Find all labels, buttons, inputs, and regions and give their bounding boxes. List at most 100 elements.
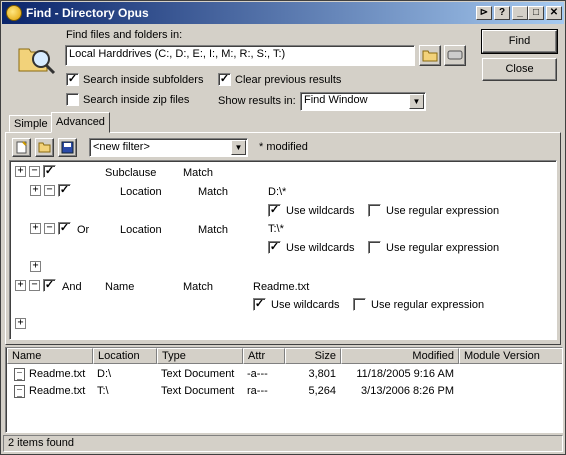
cell-name: Readme.txt <box>29 385 86 397</box>
clause-value[interactable]: D:\* <box>268 186 286 198</box>
browse-folder-button[interactable] <box>419 45 441 66</box>
close-button[interactable]: Close <box>482 58 557 81</box>
inside-zip-label: Search inside zip files <box>83 94 190 106</box>
clause-mode: Match <box>198 224 228 236</box>
column-header-module-version[interactable]: Module Version <box>459 348 562 364</box>
clause-field: Location <box>120 186 162 198</box>
regex-label: Use regular expression <box>386 205 500 217</box>
save-disk-icon <box>61 141 74 154</box>
minimize-button[interactable]: _ <box>512 6 528 20</box>
location-field[interactable]: Local Harddrives (C:, D:, E:, I:, M:, R:… <box>65 45 415 66</box>
clause-enable-checkbox[interactable]: ✓ <box>43 165 56 178</box>
tab-simple[interactable]: Simple <box>9 115 53 132</box>
clause-kind: Subclause <box>105 167 157 179</box>
cell-location: T:\ <box>97 385 109 397</box>
cell-location: D:\ <box>97 368 112 380</box>
drives-button[interactable] <box>444 45 466 66</box>
maximize-button[interactable]: □ <box>528 6 544 20</box>
status-bar: 2 items found <box>3 435 563 452</box>
find-button[interactable]: Find <box>481 29 558 54</box>
wildcards-checkbox[interactable]: ✓ <box>268 204 281 217</box>
add-subclause-button[interactable]: + <box>30 261 41 272</box>
clause-mode: Match <box>183 281 213 293</box>
help-button[interactable]: ? <box>494 6 510 20</box>
cell-modified: 11/18/2005 9:16 AM <box>356 368 454 380</box>
add-clause-button[interactable]: + <box>30 223 41 234</box>
modified-indicator: * modified <box>259 141 308 153</box>
clause-mode: Match <box>198 186 228 198</box>
pin-button[interactable]: ⊳ <box>476 6 492 20</box>
add-clause-button[interactable]: + <box>15 318 26 329</box>
cell-type: Text Document <box>161 385 235 397</box>
text-file-icon <box>14 368 25 381</box>
table-row[interactable]: Readme.txt T:\ Text Document ra--- 5,264… <box>6 383 562 400</box>
column-header-attr[interactable]: Attr <box>243 348 285 364</box>
tab-advanced[interactable]: Advanced <box>51 112 110 133</box>
wildcards-label: Use wildcards <box>286 242 355 254</box>
cell-size: 5,264 <box>308 385 336 397</box>
regex-checkbox[interactable] <box>368 241 381 254</box>
remove-clause-button[interactable]: − <box>44 223 55 234</box>
clause-field: Name <box>105 281 135 293</box>
cell-modified: 3/13/2006 8:26 PM <box>361 385 454 397</box>
add-clause-button[interactable]: + <box>15 166 26 177</box>
remove-clause-button[interactable]: − <box>29 166 40 177</box>
regex-checkbox[interactable] <box>353 298 366 311</box>
column-header-name[interactable]: Name <box>7 348 93 364</box>
add-clause-button[interactable]: + <box>30 185 41 196</box>
drive-icon <box>447 50 463 60</box>
clear-previous-checkbox[interactable]: ✓ <box>218 73 231 86</box>
cell-size: 3,801 <box>308 368 336 380</box>
window-title: Find - Directory Opus <box>26 6 149 20</box>
title-bar[interactable]: Find - Directory Opus ⊳ ? _ □ ✕ <box>2 2 564 24</box>
regex-checkbox[interactable] <box>368 204 381 217</box>
regex-label: Use regular expression <box>386 242 500 254</box>
show-results-label: Show results in: <box>218 95 296 107</box>
inside-subfolders-label: Search inside subfolders <box>83 74 204 86</box>
cell-attr: ra--- <box>247 385 268 397</box>
remove-clause-button[interactable]: − <box>44 185 55 196</box>
clause-field: Location <box>120 224 162 236</box>
app-icon <box>6 5 22 21</box>
open-filter-button[interactable] <box>35 138 54 157</box>
clause-operator[interactable]: And <box>62 281 82 293</box>
wildcards-checkbox[interactable]: ✓ <box>268 241 281 254</box>
close-window-button[interactable]: ✕ <box>546 6 562 20</box>
clear-previous-label: Clear previous results <box>235 74 342 86</box>
regex-label: Use regular expression <box>371 299 485 311</box>
filter-select[interactable]: <new filter> ▼ <box>89 138 248 157</box>
show-results-value: Find Window <box>304 94 368 106</box>
clause-value[interactable]: T:\* <box>268 223 284 235</box>
clause-enable-checkbox[interactable]: ✓ <box>43 279 56 292</box>
new-document-icon <box>16 141 27 154</box>
status-text: 2 items found <box>8 437 75 449</box>
inside-subfolders-checkbox[interactable]: ✓ <box>66 73 79 86</box>
chevron-down-icon[interactable]: ▼ <box>409 94 424 109</box>
remove-clause-button[interactable]: − <box>29 280 40 291</box>
wildcards-label: Use wildcards <box>286 205 355 217</box>
save-filter-button[interactable] <box>58 138 77 157</box>
new-filter-button[interactable] <box>12 138 31 157</box>
find-in-label: Find files and folders in: <box>66 29 183 41</box>
column-header-type[interactable]: Type <box>157 348 243 364</box>
column-header-size[interactable]: Size <box>285 348 341 364</box>
text-file-icon <box>14 385 25 398</box>
clause-enable-checkbox[interactable]: ✓ <box>58 222 71 235</box>
table-row[interactable]: Readme.txt D:\ Text Document -a--- 3,801… <box>6 366 562 383</box>
wildcards-label: Use wildcards <box>271 299 340 311</box>
clause-operator[interactable]: Or <box>77 224 89 236</box>
search-folder-icon <box>17 41 57 75</box>
find-window: Find - Directory Opus ⊳ ? _ □ ✕ Find fil… <box>0 0 566 455</box>
inside-zip-checkbox[interactable] <box>66 93 79 106</box>
cell-name: Readme.txt <box>29 368 86 380</box>
show-results-select[interactable]: Find Window ▼ <box>300 92 426 111</box>
clause-mode: Match <box>183 167 213 179</box>
clause-enable-checkbox[interactable]: ✓ <box>58 184 71 197</box>
add-clause-button[interactable]: + <box>15 280 26 291</box>
clause-value[interactable]: Readme.txt <box>253 281 309 293</box>
chevron-down-icon[interactable]: ▼ <box>231 140 246 155</box>
results-list: Name Location Type Attr Size Modified Mo… <box>5 347 563 433</box>
column-header-modified[interactable]: Modified <box>341 348 459 364</box>
wildcards-checkbox[interactable]: ✓ <box>253 298 266 311</box>
column-header-location[interactable]: Location <box>93 348 157 364</box>
